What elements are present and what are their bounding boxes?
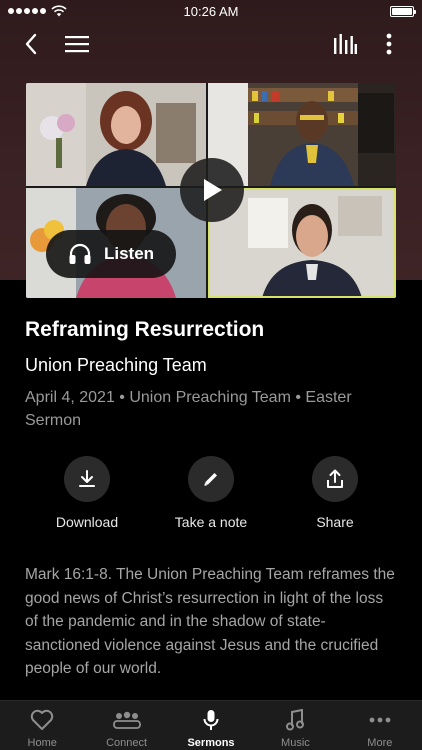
tab-sermons[interactable]: Sermons	[169, 701, 253, 750]
audio-bars-icon	[334, 34, 357, 54]
tab-music-label: Music	[281, 737, 310, 749]
share-button[interactable]: Share	[280, 456, 390, 530]
tab-sermons-label: Sermons	[187, 737, 235, 749]
share-label: Share	[316, 514, 354, 530]
tab-more-label: More	[367, 737, 393, 749]
tab-connect[interactable]: Connect	[84, 701, 168, 750]
take-note-label: Take a note	[174, 514, 248, 530]
tab-home[interactable]: Home	[0, 701, 84, 750]
signal-icon	[8, 8, 46, 14]
more-dots-icon	[369, 709, 391, 731]
download-icon-circle	[64, 456, 110, 502]
top-toolbar	[0, 22, 422, 66]
hamburger-icon	[65, 36, 89, 53]
tab-more[interactable]: More	[338, 701, 422, 750]
queue-button[interactable]	[328, 28, 362, 60]
listen-button[interactable]: Listen	[46, 230, 176, 278]
microphone-icon	[202, 709, 220, 731]
tab-music[interactable]: Music	[253, 701, 337, 750]
sermon-title: Reframing Resurrection	[25, 318, 265, 341]
play-button[interactable]	[180, 158, 244, 222]
chevron-left-icon	[25, 33, 37, 55]
music-note-icon	[286, 709, 305, 731]
share-icon-circle	[312, 456, 358, 502]
share-icon	[327, 469, 343, 488]
headphones-icon	[69, 243, 91, 264]
download-icon	[79, 470, 95, 487]
status-time: 10:26 AM	[183, 3, 239, 19]
participant-tile-1	[26, 83, 206, 186]
download-button[interactable]: Download	[32, 456, 142, 530]
people-icon	[112, 709, 141, 731]
heart-icon	[30, 709, 54, 731]
sermon-speaker: Union Preaching Team	[25, 355, 207, 375]
tab-connect-label: Connect	[106, 737, 148, 749]
vertical-dots-icon	[386, 33, 392, 55]
more-options-button[interactable]	[372, 28, 406, 60]
pencil-icon	[204, 473, 217, 486]
take-note-button[interactable]: Take a note	[156, 456, 266, 530]
sermon-meta: April 4, 2021 • Union Preaching Team • E…	[25, 389, 352, 429]
play-icon	[204, 179, 222, 201]
status-bar: 10:26 AM	[0, 0, 422, 22]
back-button[interactable]	[14, 28, 48, 60]
tab-home-label: Home	[27, 737, 57, 749]
download-label: Download	[55, 514, 119, 530]
sermon-description: Mark 16:1-8. The Union Preaching Team re…	[25, 566, 395, 677]
note-icon-circle	[188, 456, 234, 502]
listen-label: Listen	[104, 244, 155, 263]
wifi-icon	[51, 5, 67, 17]
menu-button[interactable]	[60, 28, 94, 60]
signal-wifi	[8, 5, 67, 17]
battery-icon	[390, 5, 416, 17]
bottom-tab-bar: Home Connect Sermons Music More	[0, 700, 422, 750]
